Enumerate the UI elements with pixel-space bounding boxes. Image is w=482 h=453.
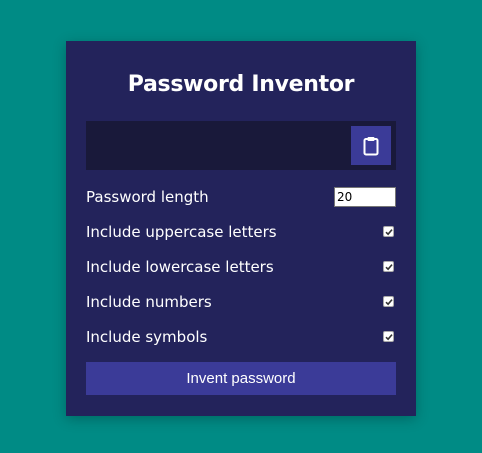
length-setting-row: Password length (86, 186, 396, 208)
copy-to-clipboard-button[interactable] (351, 126, 391, 165)
lowercase-setting-row: Include lowercase letters (86, 256, 396, 278)
clipboard-icon (363, 136, 379, 155)
numbers-label: Include numbers (86, 293, 212, 311)
checkmark-icon (384, 298, 393, 305)
length-label: Password length (86, 188, 209, 206)
lowercase-label: Include lowercase letters (86, 258, 274, 276)
length-input[interactable] (334, 187, 396, 207)
checkmark-icon (384, 333, 393, 340)
numbers-setting-row: Include numbers (86, 291, 396, 313)
numbers-checkbox[interactable] (383, 296, 394, 307)
symbols-label: Include symbols (86, 328, 208, 346)
uppercase-setting-row: Include uppercase letters (86, 221, 396, 243)
symbols-checkbox[interactable] (383, 331, 394, 342)
password-result-box (86, 121, 396, 170)
invent-password-button[interactable]: Invent password (86, 362, 396, 395)
checkmark-icon (384, 228, 393, 235)
symbols-setting-row: Include symbols (86, 326, 396, 348)
uppercase-checkbox[interactable] (383, 226, 394, 237)
app-title: Password Inventor (127, 72, 355, 97)
password-generator-card: Password Inventor Password length Includ… (66, 41, 416, 416)
checkmark-icon (384, 263, 393, 270)
uppercase-label: Include uppercase letters (86, 223, 277, 241)
lowercase-checkbox[interactable] (383, 261, 394, 272)
